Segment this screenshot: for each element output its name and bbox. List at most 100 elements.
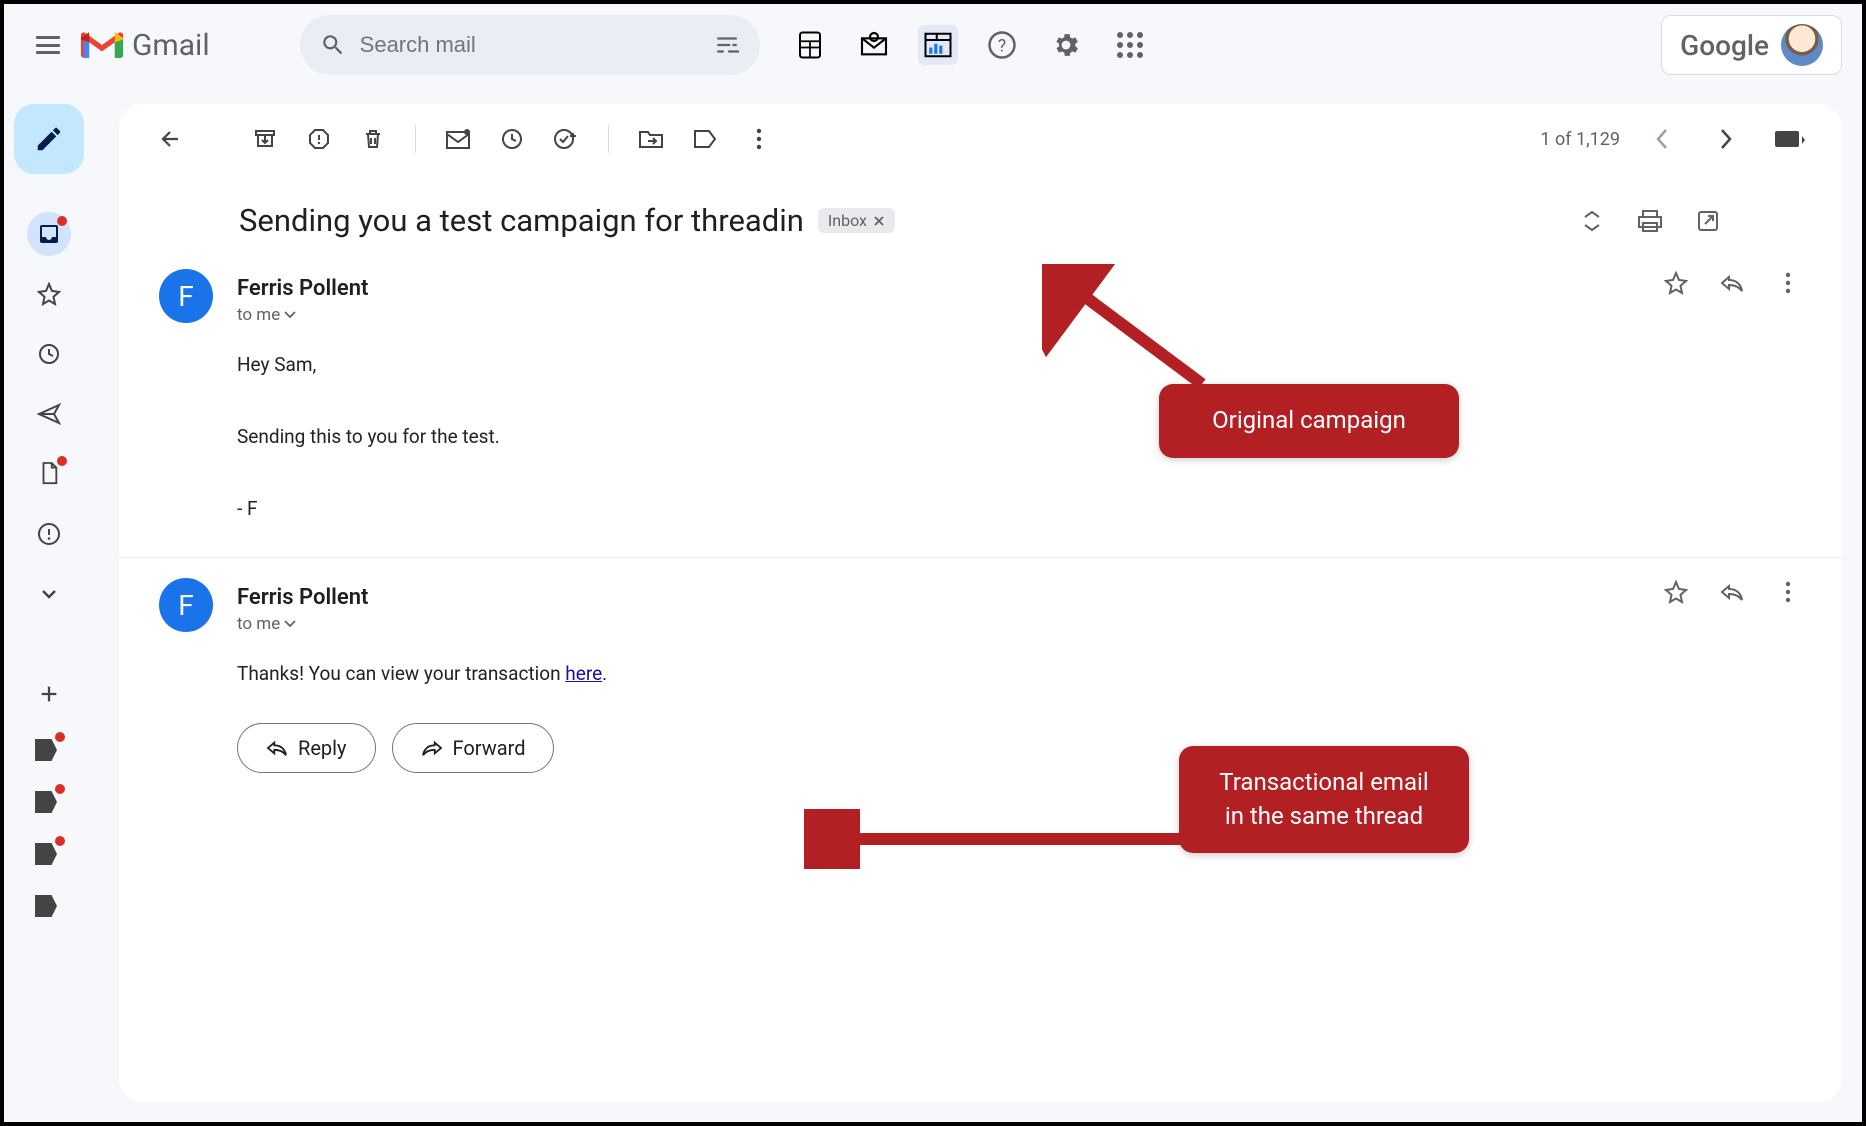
prev-button[interactable] bbox=[1640, 117, 1684, 161]
external-icon bbox=[1696, 209, 1720, 233]
apps-launcher-icon[interactable] bbox=[1110, 25, 1150, 65]
unread-badge bbox=[57, 456, 67, 466]
spam-icon bbox=[37, 522, 61, 546]
transaction-link[interactable]: here bbox=[565, 662, 602, 685]
sidebar-snoozed[interactable] bbox=[27, 332, 71, 376]
inbox-icon bbox=[37, 222, 61, 246]
star-outline-icon bbox=[1664, 580, 1688, 604]
star-outline-icon bbox=[1664, 271, 1688, 295]
sheets-ext-icon[interactable] bbox=[790, 25, 830, 65]
reply-icon bbox=[1720, 273, 1744, 293]
sidebar-inbox[interactable] bbox=[27, 212, 71, 256]
more-button[interactable] bbox=[737, 117, 781, 161]
mail-ext-icon[interactable] bbox=[854, 25, 894, 65]
mark-unread-button[interactable] bbox=[436, 117, 480, 161]
report-spam-button[interactable] bbox=[297, 117, 341, 161]
reply-pill-button[interactable]: Reply bbox=[237, 723, 376, 773]
star-button[interactable] bbox=[1662, 269, 1690, 297]
plus-icon bbox=[38, 683, 60, 705]
reply-button[interactable] bbox=[1718, 269, 1746, 297]
msg-greeting: Hey Sam, bbox=[237, 347, 1802, 383]
compose-button[interactable] bbox=[14, 104, 84, 174]
sidebar-more[interactable] bbox=[27, 572, 71, 616]
pagination-text: 1 of 1,129 bbox=[1540, 129, 1620, 150]
back-button[interactable] bbox=[149, 117, 193, 161]
reply-icon bbox=[1720, 582, 1744, 602]
input-tools-button[interactable] bbox=[1768, 117, 1812, 161]
settings-icon[interactable] bbox=[1046, 25, 1086, 65]
sidebar bbox=[4, 86, 94, 1122]
analytics-ext-icon[interactable] bbox=[918, 25, 958, 65]
collapse-all-button[interactable] bbox=[1578, 207, 1606, 235]
open-new-window-button[interactable] bbox=[1694, 207, 1722, 235]
task-icon bbox=[553, 126, 579, 152]
more-vert-icon bbox=[1785, 272, 1791, 294]
search-bar[interactable] bbox=[300, 15, 760, 75]
sidebar-sent[interactable] bbox=[27, 392, 71, 436]
sidebar-label-3[interactable] bbox=[27, 834, 71, 874]
recipient-row[interactable]: to me bbox=[237, 305, 1802, 325]
annotation-callout-2: Transactional email in the same thread bbox=[1179, 746, 1469, 853]
dropdown-caret-icon bbox=[284, 311, 296, 319]
sender-name[interactable]: Ferris Pollent bbox=[237, 585, 368, 610]
star-button[interactable] bbox=[1662, 578, 1690, 606]
folder-move-icon bbox=[638, 128, 664, 150]
msg-more-button[interactable] bbox=[1774, 578, 1802, 606]
sidebar-spam[interactable] bbox=[27, 512, 71, 556]
label-tag-icon bbox=[35, 791, 57, 813]
recipient-row[interactable]: to me bbox=[237, 614, 1802, 634]
close-icon[interactable] bbox=[873, 215, 885, 227]
subject-row: Sending you a test campaign for threadin… bbox=[119, 174, 1842, 249]
label-icon bbox=[693, 129, 717, 149]
header-extensions: ? bbox=[790, 25, 1150, 65]
more-vert-icon bbox=[756, 128, 762, 150]
print-button[interactable] bbox=[1636, 207, 1664, 235]
search-options-icon[interactable] bbox=[714, 32, 740, 58]
snooze-button[interactable] bbox=[490, 117, 534, 161]
sidebar-label-1[interactable] bbox=[27, 730, 71, 770]
reply-button[interactable] bbox=[1718, 578, 1746, 606]
sender-avatar[interactable]: F bbox=[159, 269, 213, 323]
chevron-left-icon bbox=[1655, 128, 1669, 150]
msg-signoff: - F bbox=[237, 491, 1802, 527]
sidebar-label-2[interactable] bbox=[27, 782, 71, 822]
message-body: Thanks! You can view your transaction he… bbox=[237, 656, 1802, 692]
unread-badge bbox=[57, 216, 67, 226]
sender-avatar[interactable]: F bbox=[159, 578, 213, 632]
annotation-text-2: Transactional email in the same thread bbox=[1219, 768, 1428, 830]
sidebar-label-4[interactable] bbox=[27, 886, 71, 926]
search-input[interactable] bbox=[360, 32, 714, 58]
reply-icon bbox=[266, 739, 288, 757]
sidebar-new-label[interactable] bbox=[27, 672, 71, 716]
labels-button[interactable] bbox=[683, 117, 727, 161]
gmail-logo-area[interactable]: Gmail bbox=[80, 28, 210, 63]
more-vert-icon bbox=[1785, 581, 1791, 603]
sidebar-starred[interactable] bbox=[27, 272, 71, 316]
to-text: to me bbox=[237, 614, 280, 634]
chevron-right-icon bbox=[1719, 128, 1733, 150]
sender-name[interactable]: Ferris Pollent bbox=[237, 276, 368, 301]
forward-pill-button[interactable]: Forward bbox=[392, 723, 555, 773]
archive-button[interactable] bbox=[243, 117, 287, 161]
msg-more-button[interactable] bbox=[1774, 269, 1802, 297]
main-menu-button[interactable] bbox=[24, 21, 72, 69]
sidebar-drafts[interactable] bbox=[27, 452, 71, 496]
move-to-button[interactable] bbox=[629, 117, 673, 161]
conversation-pane: 1 of 1,129 Sending you a test campaign f… bbox=[119, 104, 1842, 1102]
conversation-toolbar: 1 of 1,129 bbox=[119, 104, 1842, 174]
add-task-button[interactable] bbox=[544, 117, 588, 161]
subject-text: Sending you a test campaign for threadin bbox=[239, 202, 804, 239]
msg-body-line: Sending this to you for the test. bbox=[237, 419, 1802, 455]
arrow-left-icon bbox=[159, 127, 183, 151]
keyboard-icon bbox=[1775, 129, 1805, 149]
profile-avatar[interactable] bbox=[1781, 24, 1823, 66]
pencil-icon bbox=[34, 124, 64, 154]
inbox-label-chip[interactable]: Inbox bbox=[818, 208, 895, 233]
account-chip[interactable]: Google bbox=[1661, 15, 1842, 75]
svg-text:?: ? bbox=[998, 36, 1006, 56]
help-icon[interactable]: ? bbox=[982, 25, 1022, 65]
next-button[interactable] bbox=[1704, 117, 1748, 161]
message-2: F Ferris Pollent to me Thanks! You can v… bbox=[119, 558, 1842, 802]
delete-button[interactable] bbox=[351, 117, 395, 161]
collapse-icon bbox=[1581, 209, 1603, 233]
